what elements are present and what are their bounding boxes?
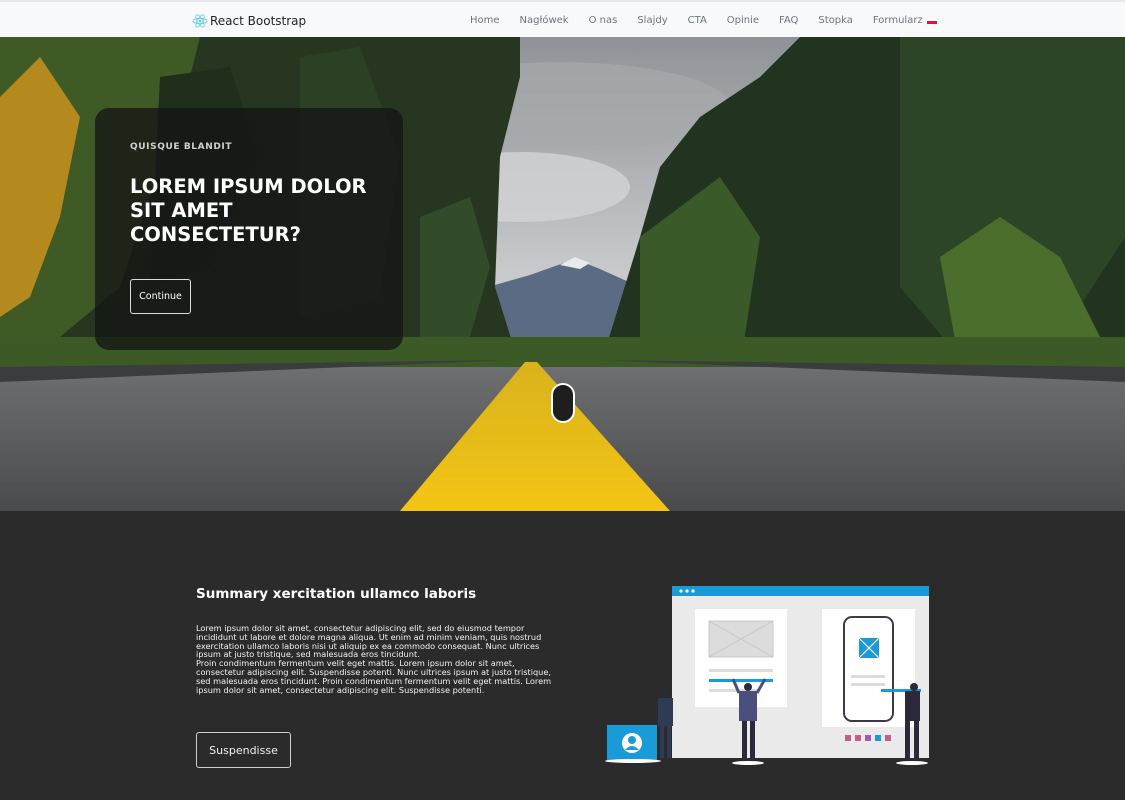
summary-section: Summary xercitation ullamco laboris Lore… xyxy=(0,511,1125,800)
nav-link-slajdy[interactable]: Slajdy xyxy=(627,15,677,26)
nav-link-home[interactable]: Home xyxy=(460,15,510,26)
navbar: React Bootstrap Home Nagłówek O nas Slaj… xyxy=(0,0,1125,38)
summary-title: Summary xercitation ullamco laboris xyxy=(196,586,477,602)
summary-text: Lorem ipsum dolor sit amet, consectetur … xyxy=(196,624,560,694)
nav-link-faq[interactable]: FAQ xyxy=(769,15,808,26)
continue-button[interactable]: Continue xyxy=(130,279,191,314)
hero-section: QUISQUE BLANDIT LOREM IPSUM DOLOR SIT AM… xyxy=(0,37,1125,511)
hero-card: QUISQUE BLANDIT LOREM IPSUM DOLOR SIT AM… xyxy=(95,108,403,350)
brand-link[interactable]: React Bootstrap xyxy=(192,11,306,31)
summary-paragraph-2: Proin condimentum fermentum velit eget m… xyxy=(196,658,552,695)
nav-link-o-nas[interactable]: O nas xyxy=(579,15,628,26)
website-builder-illustration xyxy=(605,586,929,765)
nav-link-naglowek[interactable]: Nagłówek xyxy=(510,15,579,26)
hero-title: LOREM IPSUM DOLOR SIT AMET CONSECTETUR? xyxy=(130,175,367,246)
summary-paragraph-1: Lorem ipsum dolor sit amet, consectetur … xyxy=(196,623,542,660)
hero-eyebrow: QUISQUE BLANDIT xyxy=(130,142,233,152)
nav-link-formularz[interactable]: Formularz xyxy=(863,15,933,26)
nav-link-cta[interactable]: CTA xyxy=(678,15,717,26)
nav-link-stopka[interactable]: Stopka xyxy=(808,15,862,26)
suspendisse-button[interactable]: Suspendisse xyxy=(196,732,291,768)
poland-flag-icon[interactable] xyxy=(927,18,937,24)
nav-link-opinie[interactable]: Opinie xyxy=(717,15,769,26)
nav-links: Home Nagłówek O nas Slajdy CTA Opinie FA… xyxy=(460,2,933,38)
react-logo-icon xyxy=(192,14,208,28)
scroll-mouse-icon[interactable] xyxy=(551,383,575,423)
brand-label: React Bootstrap xyxy=(210,14,307,28)
